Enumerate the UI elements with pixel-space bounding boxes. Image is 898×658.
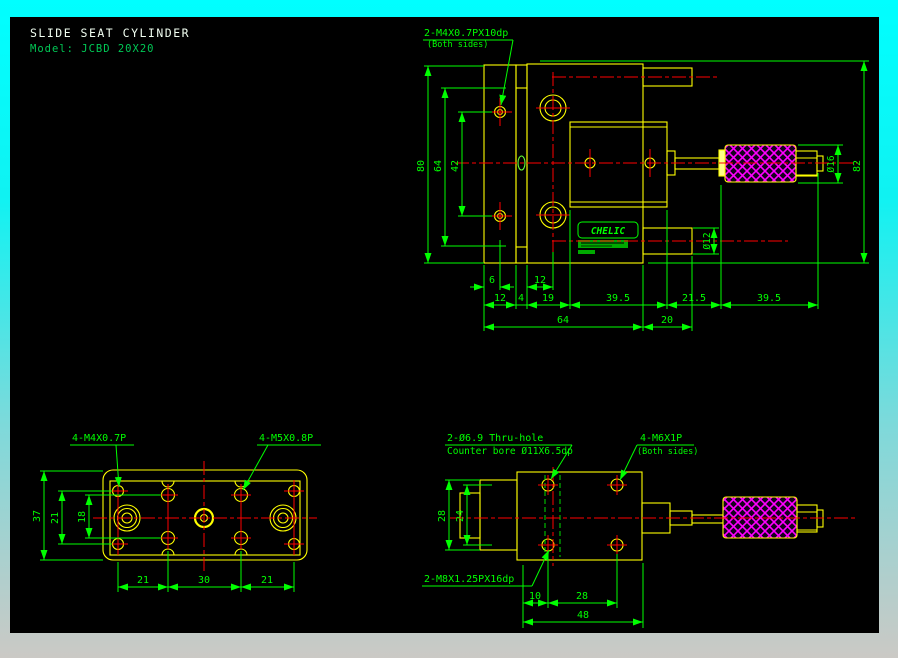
dim-21-5: 21.5: [682, 293, 706, 304]
dim-21b: 21: [261, 575, 273, 586]
dim-24: 24: [455, 510, 466, 522]
callout-m5: 4-M5X0.8P: [259, 433, 313, 444]
callout-thru-hole: 2-Ø6.9 Thru-hole: [447, 432, 543, 444]
callout-thread-top-note: (Both sides): [427, 40, 488, 50]
callout-m6: 4-M6X1P: [640, 433, 682, 444]
dim-48: 48: [577, 610, 589, 621]
dim-30: 30: [198, 575, 210, 586]
dim-28-bottom: 28: [576, 591, 588, 602]
dim-21-left: 21: [50, 512, 61, 524]
callout-thread-top: 2-M4X0.7PX10dp: [424, 28, 508, 39]
dim-18: 18: [77, 511, 88, 523]
dim-4: 4: [518, 293, 524, 304]
dim-80: 80: [416, 160, 427, 172]
dim-39-5b: 39.5: [757, 293, 781, 304]
cad-drawing: SLIDE SEAT CYLINDER Model: JCBD 20X20 CH…: [10, 17, 879, 633]
dim-42: 42: [450, 160, 461, 172]
dim-d12: Ø12: [702, 232, 713, 249]
dim-12a: 12: [534, 275, 546, 286]
dim-21a: 21: [137, 575, 149, 586]
callout-m4: 4-M4X0.7P: [72, 433, 126, 444]
callout-m8: 2-M8X1.25PX16dp: [424, 574, 514, 585]
dim-12b: 12: [494, 293, 506, 304]
dim-d16: Ø16: [826, 155, 837, 172]
callout-counter-bore: Counter bore Ø11X6.5dp: [447, 446, 573, 457]
dim-19: 19: [542, 293, 554, 304]
dim-64-bottom: 64: [557, 315, 569, 326]
drawing-title: SLIDE SEAT CYLINDER: [30, 26, 190, 40]
dim-39-5a: 39.5: [606, 293, 630, 304]
dim-82: 82: [852, 160, 863, 172]
dim-10: 10: [529, 591, 541, 602]
dim-37: 37: [32, 510, 43, 522]
dim-28-left: 28: [437, 510, 448, 522]
dim-6: 6: [489, 275, 495, 286]
dim-20: 20: [661, 315, 673, 326]
dim-64-left: 64: [433, 160, 444, 172]
drawing-model: Model: JCBD 20X20: [30, 43, 154, 55]
callout-m6-note: (Both sides): [637, 447, 698, 457]
brand-logo-text: CHELIC: [591, 226, 626, 237]
